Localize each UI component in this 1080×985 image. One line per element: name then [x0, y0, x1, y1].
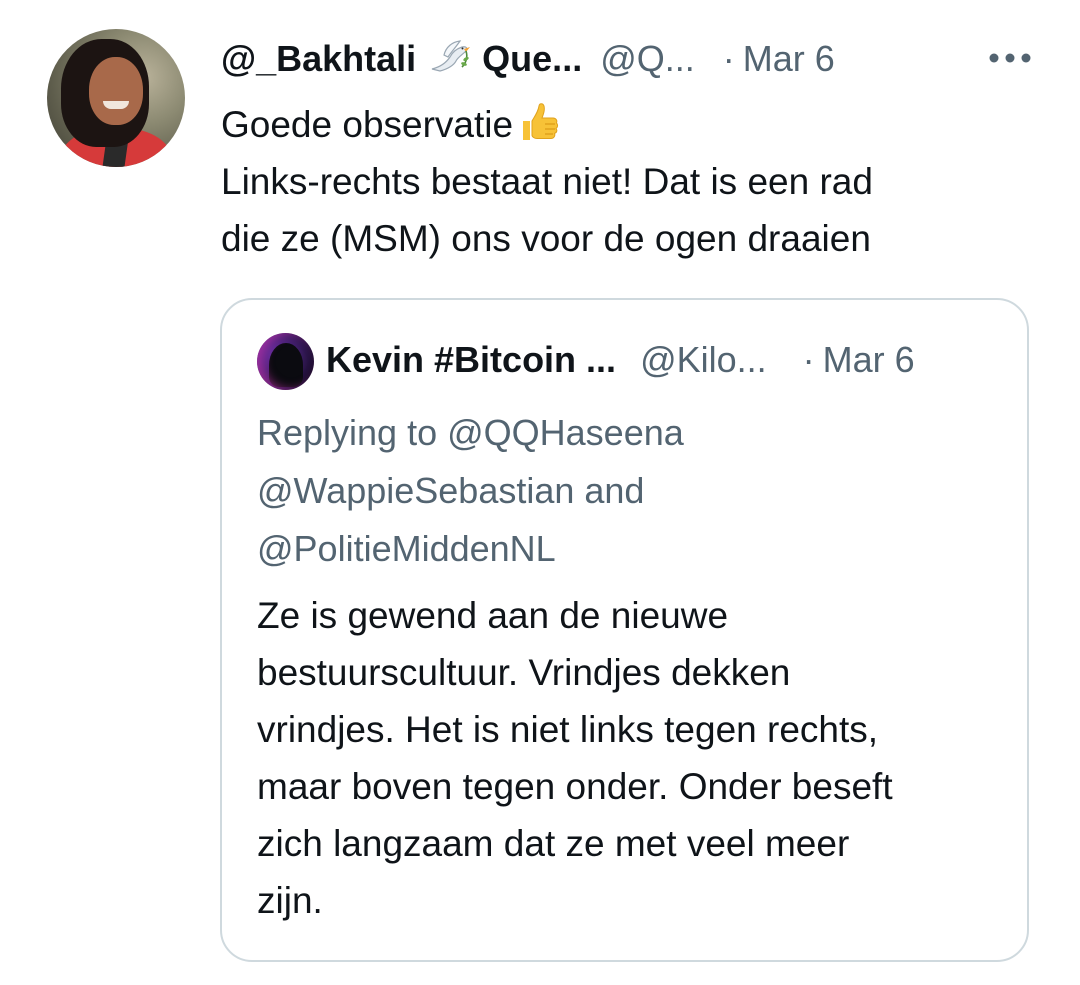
- tweet-text-line-0: Goede observatie: [221, 104, 514, 145]
- quoted-tweet-date[interactable]: Mar 6: [823, 339, 915, 381]
- replying-to: Replying to @QQHaseena @WappieSebastian …: [257, 404, 997, 578]
- quoted-text-line-5: zijn.: [257, 880, 323, 921]
- dove-of-peace-icon: [426, 39, 474, 79]
- tweet-text: Goede observatie Links-rechts bestaat ni…: [221, 96, 1041, 267]
- author-avatar[interactable]: [47, 29, 185, 167]
- tweet-date[interactable]: Mar 6: [743, 38, 835, 80]
- avatar-glow: [257, 333, 314, 390]
- quoted-text-line-3: maar boven tegen onder. Onder beseft: [257, 766, 893, 807]
- author-name[interactable]: @_Bakhtali: [221, 38, 416, 80]
- quoted-header-separator: ·: [802, 339, 815, 380]
- quoted-tweet-text: Ze is gewend aan de nieuwe bestuurscultu…: [257, 587, 1017, 929]
- tweet-text-line-1: Links-rechts bestaat niet! Dat is een ra…: [221, 161, 873, 202]
- replying-to-line-1: @WappieSebastian and: [257, 470, 645, 511]
- quoted-author-name[interactable]: Kevin #Bitcoin ...: [326, 339, 616, 381]
- quoted-text-line-0: Ze is gewend aan de nieuwe: [257, 595, 729, 636]
- quoted-text-line-4: zich langzaam dat ze met veel meer: [257, 823, 850, 864]
- quoted-author-handle[interactable]: @Kilo...: [640, 339, 767, 381]
- tweet-header: @_Bakhtali Que... @Q... · Mar 6: [221, 36, 835, 82]
- avatar-face: [89, 57, 143, 125]
- quoted-author-avatar[interactable]: [257, 333, 314, 390]
- tweet-text-line-2: die ze (MSM) ons voor de ogen draaien: [221, 218, 871, 259]
- more-horizontal-icon: [989, 53, 1031, 63]
- quoted-tweet-header: Kevin #Bitcoin ... @Kilo... · Mar 6: [326, 336, 915, 384]
- quoted-text-line-2: vrindjes. Het is niet links tegen rechts…: [257, 709, 879, 750]
- replying-to-line-2: @PolitieMiddenNL: [257, 528, 556, 569]
- tweet-text-line: Goede observatie: [221, 96, 1041, 153]
- quoted-text-line-1: bestuurscultuur. Vrindjes dekken: [257, 652, 791, 693]
- replying-to-line-0: Replying to @QQHaseena: [257, 412, 684, 453]
- thumbs-up-icon: [515, 99, 561, 145]
- quoted-tweet-card[interactable]: Kevin #Bitcoin ... @Kilo... · Mar 6 Repl…: [220, 298, 1029, 962]
- author-handle[interactable]: @Q...: [600, 38, 695, 80]
- avatar-smile: [103, 101, 129, 109]
- header-separator: ·: [722, 38, 735, 79]
- tweet[interactable]: @_Bakhtali Que... @Q... · Mar 6 Goede ob…: [0, 0, 1080, 985]
- more-options-button[interactable]: [980, 40, 1040, 76]
- author-name-suffix[interactable]: Que...: [482, 38, 582, 80]
